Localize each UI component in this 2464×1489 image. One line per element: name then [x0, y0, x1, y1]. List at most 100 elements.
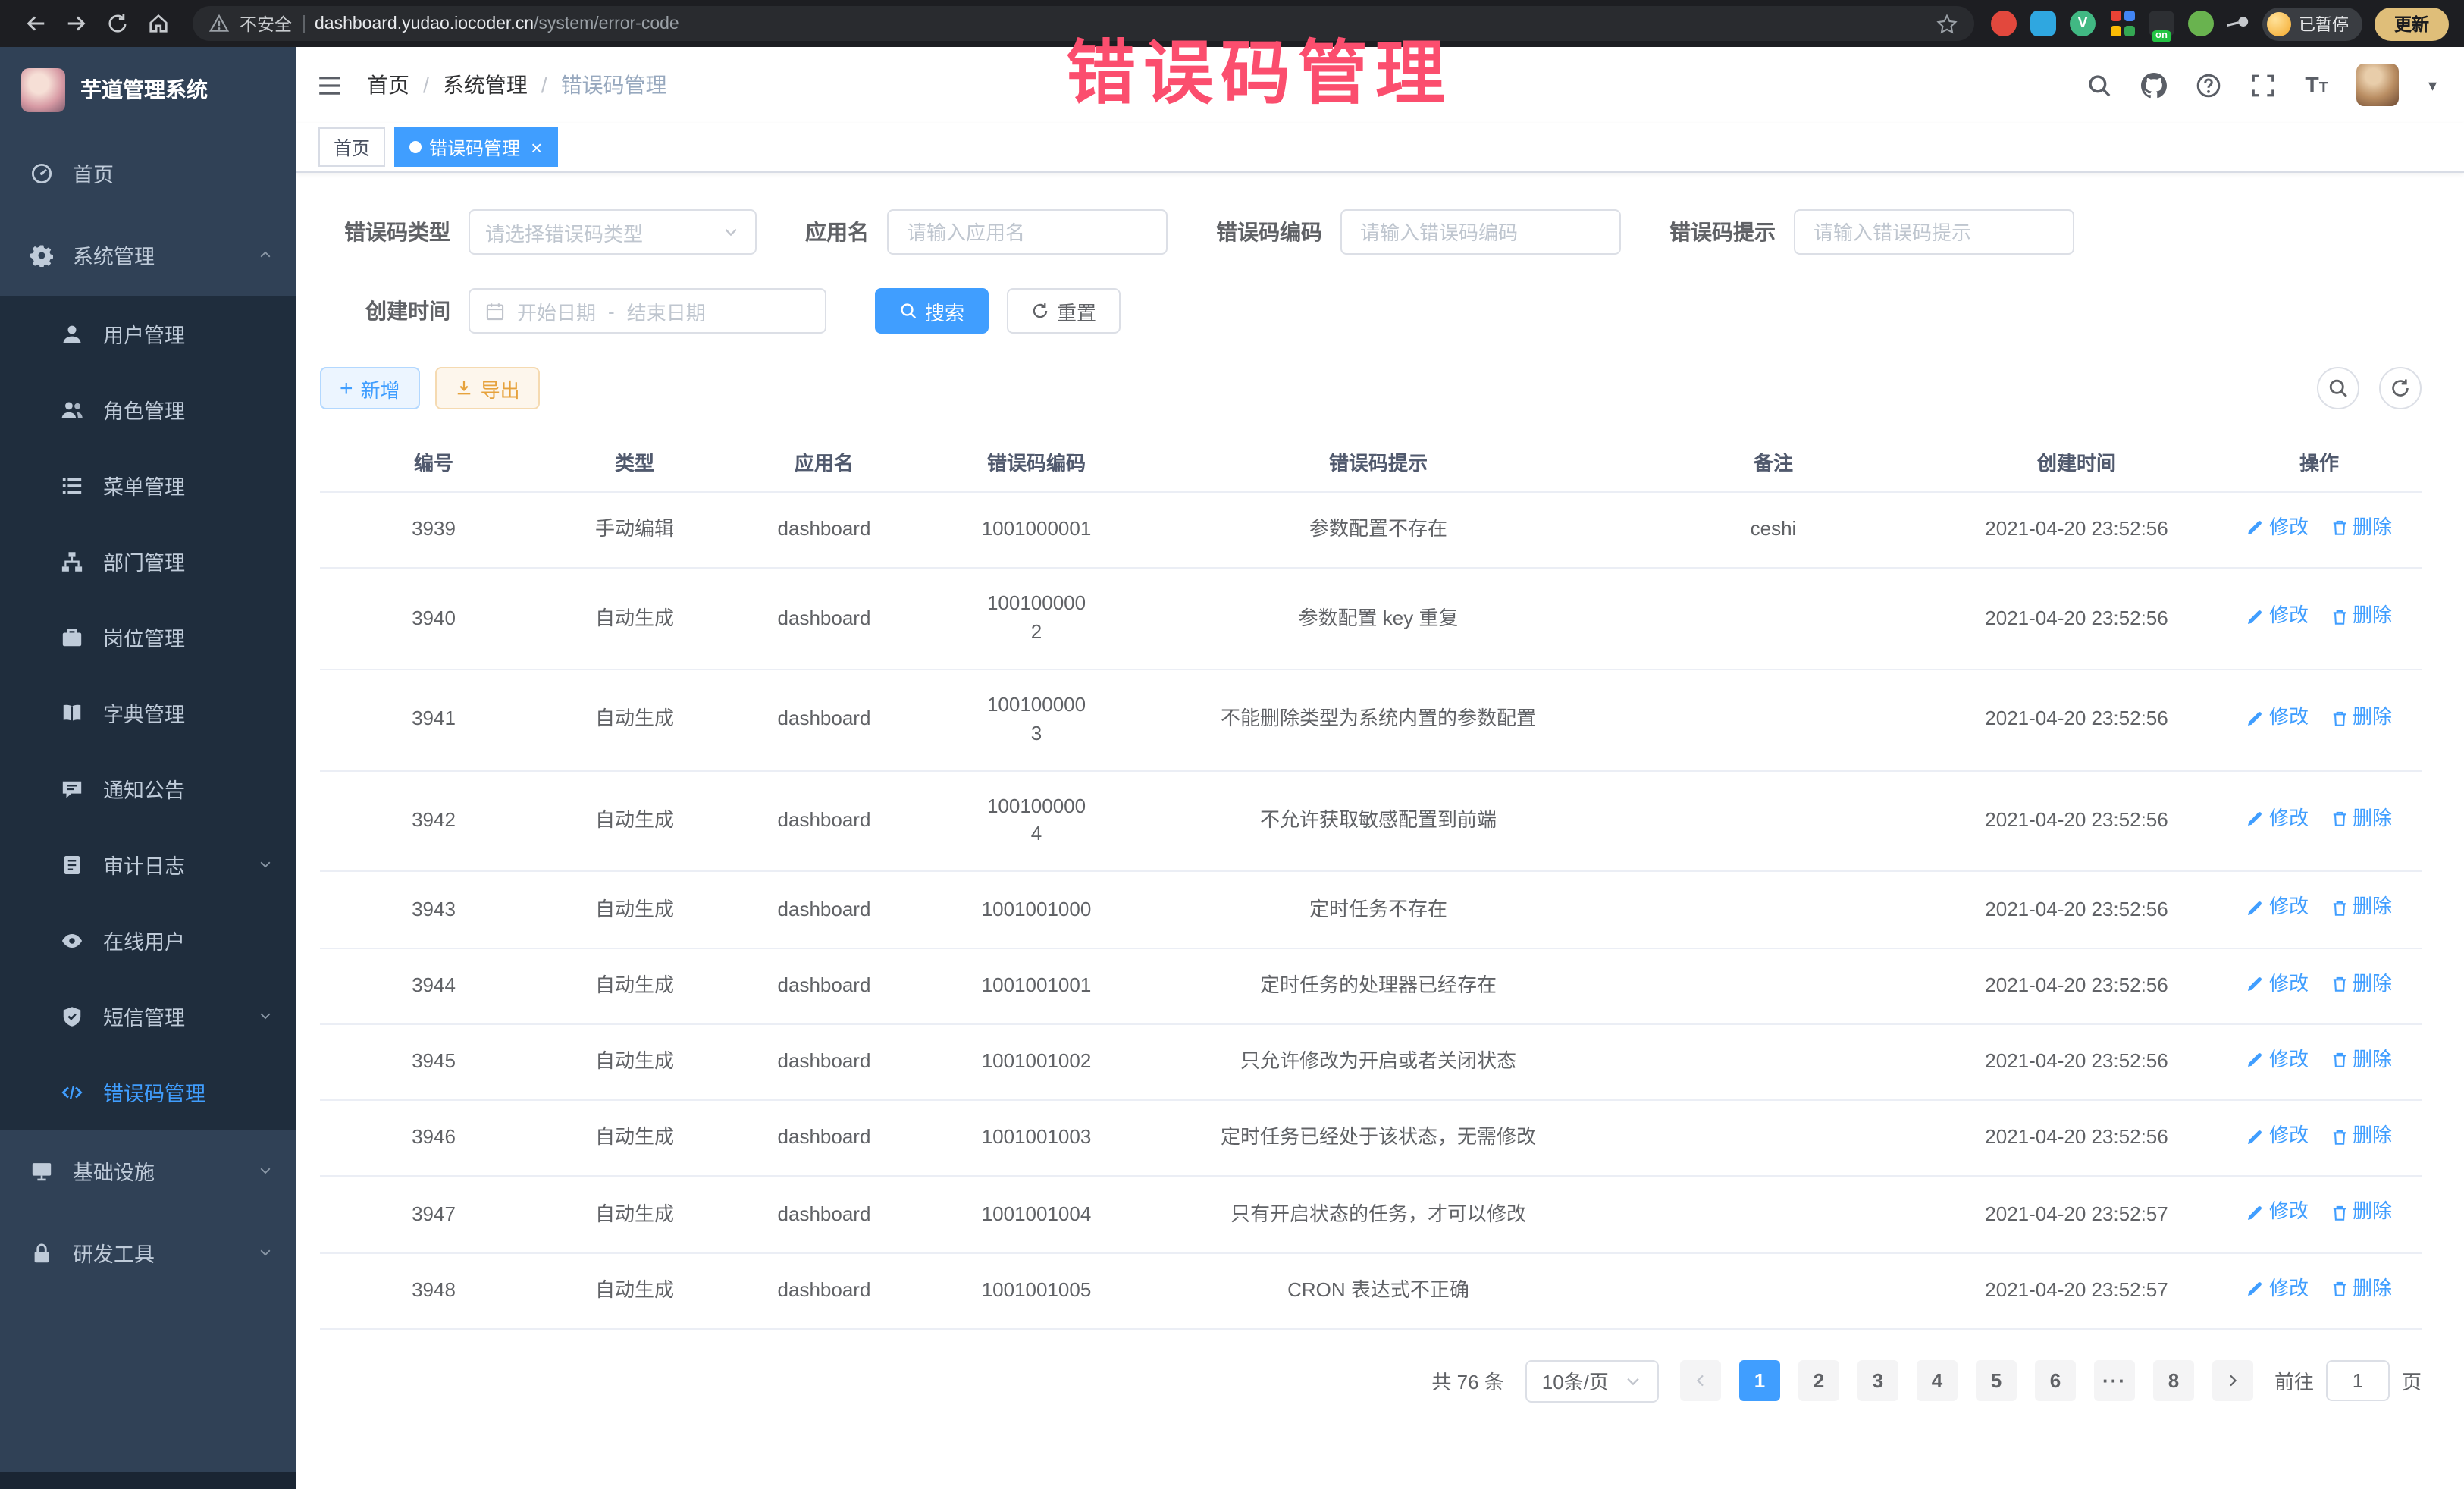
reload-icon[interactable] — [106, 12, 129, 35]
user-avatar[interactable] — [2357, 64, 2400, 106]
chevron-down-icon[interactable]: ▾ — [2428, 75, 2437, 95]
error-message-input[interactable] — [1794, 209, 2074, 255]
sidebar-item-audit-log[interactable]: 审计日志 — [0, 826, 296, 902]
browser-home-icon[interactable] — [147, 12, 170, 35]
edit-link[interactable]: 修改 — [2246, 1122, 2309, 1151]
edit-link[interactable]: 修改 — [2246, 603, 2309, 632]
page-button-3[interactable]: 3 — [1857, 1361, 1898, 1402]
extension-grid-icon[interactable] — [2109, 11, 2135, 36]
create-time-range-picker[interactable]: 开始日期 - 结束日期 — [469, 288, 826, 334]
refresh-table-button[interactable] — [2379, 367, 2422, 409]
extension-vue-icon[interactable]: V — [2070, 11, 2096, 36]
close-icon[interactable]: × — [531, 137, 542, 157]
delete-link[interactable]: 删除 — [2330, 514, 2392, 543]
browser-profile-chip[interactable]: 已暂停 — [2262, 7, 2362, 40]
search-icon[interactable] — [2086, 72, 2112, 98]
top-navbar: 首页 / 系统管理 / 错误码管理 TT ▾ — [296, 47, 2464, 123]
github-icon[interactable] — [2141, 72, 2167, 98]
refresh-icon — [1031, 302, 1049, 320]
page-button-1[interactable]: 1 — [1739, 1361, 1780, 1402]
app-logo-row[interactable]: 芋道管理系统 — [0, 47, 296, 132]
page-size-select[interactable]: 10条/页 — [1525, 1360, 1659, 1403]
delete-link[interactable]: 删除 — [2330, 1199, 2392, 1227]
trash-icon — [2330, 1052, 2348, 1070]
tab-home[interactable]: 首页 — [318, 127, 385, 167]
toggle-search-button[interactable] — [2317, 367, 2359, 409]
add-button[interactable]: + 新增 — [320, 367, 420, 409]
sidebar-collapse-bar[interactable] — [0, 1472, 296, 1489]
search-icon — [2328, 378, 2349, 399]
edit-link[interactable]: 修改 — [2246, 704, 2309, 732]
export-button[interactable]: 导出 — [435, 367, 540, 409]
sidebar-item-system[interactable]: 系统管理 — [0, 214, 296, 296]
prev-page-button[interactable] — [1680, 1361, 1721, 1402]
delete-link[interactable]: 删除 — [2330, 894, 2392, 923]
extension-red-icon[interactable] — [1991, 11, 2017, 36]
sidebar-item-role[interactable]: 角色管理 — [0, 371, 296, 447]
search-button[interactable]: 搜索 — [875, 288, 989, 334]
page-button-5[interactable]: 5 — [1976, 1361, 2017, 1402]
font-size-icon[interactable]: TT — [2305, 74, 2328, 96]
edit-link[interactable]: 修改 — [2246, 1199, 2309, 1227]
help-icon[interactable] — [2196, 72, 2221, 98]
next-page-button[interactable] — [2212, 1361, 2253, 1402]
url-bar[interactable]: 不安全 dashboard.yudao.iocoder.cn/system/er… — [193, 6, 1974, 41]
extension-dark-icon[interactable]: on — [2149, 11, 2174, 36]
edit-link[interactable]: 修改 — [2246, 1046, 2309, 1075]
forward-icon[interactable] — [65, 12, 88, 35]
goto-page-input[interactable] — [2326, 1361, 2390, 1402]
hamburger-icon[interactable] — [317, 72, 343, 98]
cell-remark — [1610, 669, 1936, 770]
fullscreen-icon[interactable] — [2250, 72, 2276, 98]
edit-link[interactable]: 修改 — [2246, 1274, 2309, 1303]
sidebar-item-online-user[interactable]: 在线用户 — [0, 902, 296, 978]
edit-link[interactable]: 修改 — [2246, 805, 2309, 834]
delete-link[interactable]: 删除 — [2330, 1046, 2392, 1075]
sidebar-item-user[interactable]: 用户管理 — [0, 296, 296, 371]
extension-blue-icon[interactable] — [2030, 11, 2056, 36]
edit-link[interactable]: 修改 — [2246, 970, 2309, 998]
sidebar-item-sms[interactable]: 短信管理 — [0, 978, 296, 1054]
cell-created: 2021-04-20 23:52:57 — [1936, 1177, 2217, 1253]
page-button-8[interactable]: 8 — [2153, 1361, 2194, 1402]
extension-green-icon[interactable] — [2188, 11, 2214, 36]
sidebar-item-post[interactable]: 岗位管理 — [0, 599, 296, 675]
breadcrumb-system[interactable]: 系统管理 — [443, 70, 528, 100]
sidebar-item-dept[interactable]: 部门管理 — [0, 523, 296, 599]
delete-link[interactable]: 删除 — [2330, 704, 2392, 732]
delete-link[interactable]: 删除 — [2330, 1274, 2392, 1303]
app-name-input[interactable] — [887, 209, 1168, 255]
browser-update-button[interactable]: 更新 — [2375, 7, 2449, 40]
delete-link[interactable]: 删除 — [2330, 1122, 2392, 1151]
page-button-4[interactable]: 4 — [1917, 1361, 1958, 1402]
bookmark-star-icon[interactable] — [1936, 13, 1958, 34]
tab-error-code[interactable]: 错误码管理 × — [394, 127, 557, 167]
delete-link[interactable]: 删除 — [2330, 805, 2392, 834]
breadcrumb-home[interactable]: 首页 — [367, 70, 409, 100]
edit-icon — [2246, 519, 2265, 538]
sidebar-item-home[interactable]: 首页 — [0, 132, 296, 214]
delete-link[interactable]: 删除 — [2330, 970, 2392, 998]
sidebar-item-infra[interactable]: 基础设施 — [0, 1130, 296, 1212]
error-type-select[interactable]: 请选择错误码类型 — [469, 209, 757, 255]
sidebar-item-devtools[interactable]: 研发工具 — [0, 1212, 296, 1293]
back-icon[interactable] — [24, 12, 47, 35]
pin-icon[interactable] — [2223, 8, 2255, 39]
cell-code: 1001001005 — [926, 1252, 1146, 1329]
chevron-down-icon — [258, 1163, 273, 1178]
more-pages-button[interactable]: ··· — [2094, 1361, 2135, 1402]
error-code-input[interactable] — [1340, 209, 1621, 255]
sidebar-item-error-code[interactable]: 错误码管理 — [0, 1054, 296, 1130]
sidebar-item-notice[interactable]: 通知公告 — [0, 751, 296, 826]
filter-label-type: 错误码类型 — [320, 217, 450, 247]
reset-button[interactable]: 重置 — [1007, 288, 1121, 334]
sidebar-item-menu[interactable]: 菜单管理 — [0, 447, 296, 523]
delete-link[interactable]: 删除 — [2330, 603, 2392, 632]
cell-operations: 修改删除 — [2217, 1177, 2422, 1253]
cell-app: dashboard — [722, 770, 926, 871]
edit-link[interactable]: 修改 — [2246, 514, 2309, 543]
page-button-2[interactable]: 2 — [1798, 1361, 1839, 1402]
page-button-6[interactable]: 6 — [2035, 1361, 2076, 1402]
edit-link[interactable]: 修改 — [2246, 894, 2309, 923]
sidebar-item-dict[interactable]: 字典管理 — [0, 675, 296, 751]
